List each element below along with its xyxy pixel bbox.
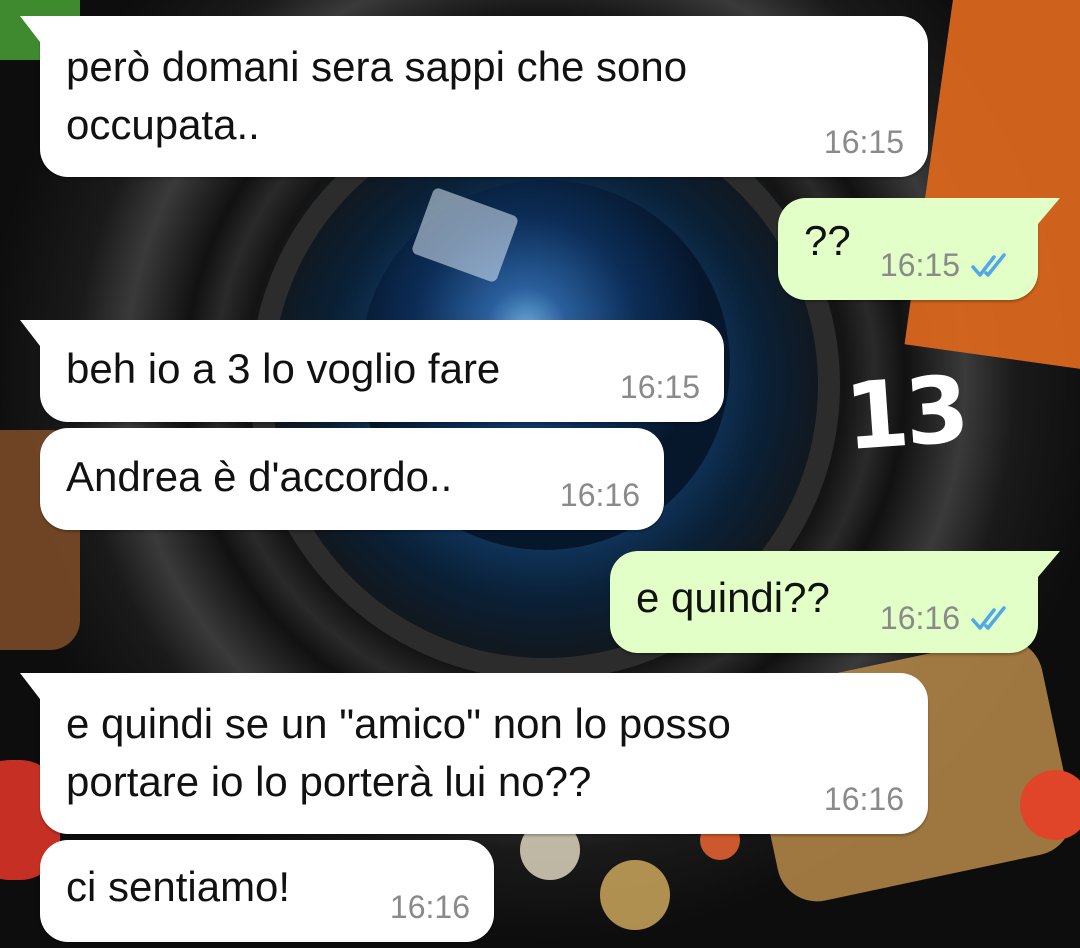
message-text: Andrea è d'accordo.. [66, 453, 453, 500]
message-time: 16:16 [559, 477, 640, 513]
message-text: beh io a 3 lo voglio fare [66, 345, 501, 392]
message-time: 16:16 [823, 781, 904, 817]
message-meta: 16:15 [824, 124, 904, 161]
message-time: 16:15 [823, 124, 904, 160]
message-bubble-outgoing[interactable]: ?? 16:15 [778, 198, 1060, 300]
message-text: però domani sera sappi che sono occupata… [66, 43, 688, 148]
message-meta: 16:16 [824, 781, 904, 818]
message-time: 16:16 [879, 600, 960, 636]
message-time: 16:16 [389, 889, 470, 925]
message-text: ?? [804, 217, 851, 264]
message-meta: 16:16 [560, 477, 640, 514]
message-time: 16:15 [619, 369, 700, 405]
message-bubble-incoming[interactable]: e quindi se un "amico" non lo posso port… [20, 673, 928, 834]
chat-background: 13 però domani sera sappi che sono occup… [0, 0, 1080, 948]
read-double-check-icon [971, 252, 1006, 277]
message-text: e quindi se un "amico" non lo posso port… [66, 700, 731, 805]
wallpaper-shape [600, 860, 670, 930]
message-bubble-incoming[interactable]: Andrea è d'accordo.. 16:16 [40, 428, 664, 530]
handwritten-annotation: 13 [841, 355, 969, 472]
message-meta: 16:15 [620, 369, 700, 406]
wallpaper-shape [904, 0, 1080, 373]
message-text: ci sentiamo! [66, 863, 291, 910]
message-meta: 16:15 [880, 247, 1014, 284]
message-bubble-incoming[interactable]: però domani sera sappi che sono occupata… [20, 16, 928, 177]
message-bubble-outgoing[interactable]: e quindi?? 16:16 [610, 551, 1060, 653]
message-meta: 16:16 [390, 889, 470, 926]
message-text: e quindi?? [636, 574, 830, 621]
message-bubble-incoming[interactable]: beh io a 3 lo voglio fare 16:15 [20, 320, 724, 422]
message-meta: 16:16 [880, 600, 1014, 637]
read-double-check-icon [971, 605, 1006, 630]
message-bubble-incoming[interactable]: ci sentiamo! 16:16 [40, 840, 494, 942]
message-time: 16:15 [879, 247, 960, 283]
